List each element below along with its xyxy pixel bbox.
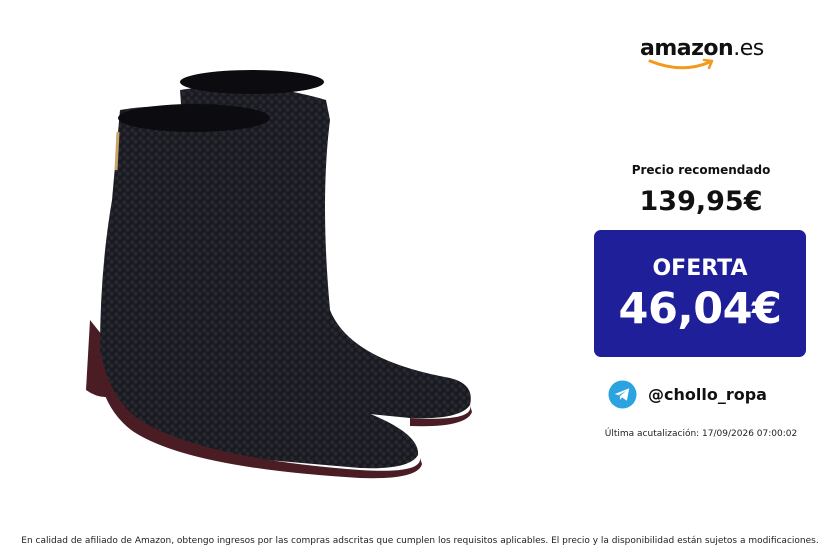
recommended-price: 139,95€	[639, 186, 763, 217]
offer-price: 46,04€	[618, 284, 782, 334]
product-image	[30, 60, 550, 500]
ankle-boots-image	[86, 70, 472, 479]
amazon-smile-icon	[648, 58, 714, 70]
telegram-handle[interactable]: @chollo_ropa	[648, 385, 767, 404]
front-boot	[86, 104, 422, 479]
telegram-icon	[608, 380, 637, 409]
logo-tld: .es	[733, 36, 764, 61]
offer-label: OFERTA	[652, 256, 748, 281]
affiliate-disclaimer: En calidad de afiliado de Amazon, obteng…	[21, 536, 819, 546]
telegram-channel[interactable]: @chollo_ropa	[608, 379, 808, 409]
amazon-logo: amazon.es	[640, 36, 770, 76]
last-updated: Última acutalización: 17/09/2026 07:00:0…	[604, 429, 798, 439]
recommended-price-label: Precio recomendado	[631, 163, 771, 177]
offer-box: OFERTA 46,04€	[594, 230, 806, 357]
